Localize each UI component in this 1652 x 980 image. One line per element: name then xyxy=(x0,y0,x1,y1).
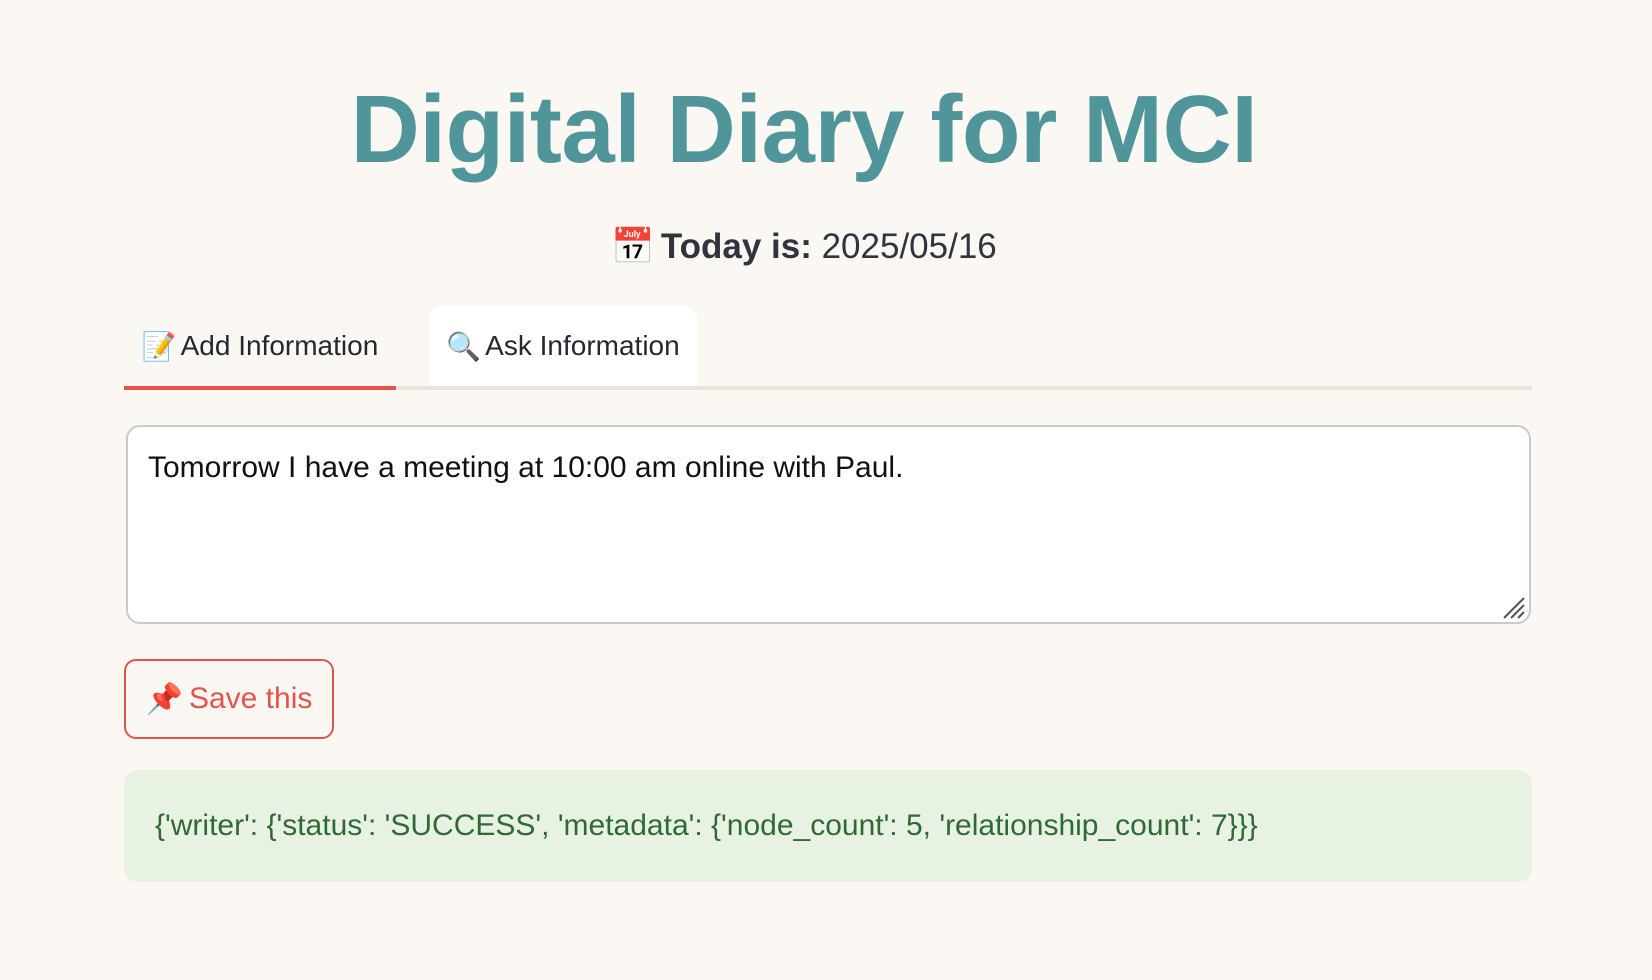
calendar-icon: 📅 xyxy=(611,227,655,266)
tab-label: Add Information xyxy=(180,330,379,361)
active-tab-indicator xyxy=(124,386,396,390)
success-message-text: {'writer': {'status': 'SUCCESS', 'metada… xyxy=(155,809,1258,842)
save-button-label: Save this xyxy=(188,682,313,715)
tab-bar: 📝 Add Information 🔍 Ask Information xyxy=(124,306,1532,392)
save-button[interactable]: 📌 Save this xyxy=(124,659,334,739)
date-value: 2025/05/16 xyxy=(821,227,997,266)
today-date-row: 📅 Today is: 2025/05/16 xyxy=(0,222,1608,272)
tab-add-information[interactable]: 📝 Add Information xyxy=(124,306,396,386)
magnifier-icon: 🔍 xyxy=(446,330,482,362)
tab-label: Ask Information xyxy=(485,330,680,361)
success-message: {'writer': {'status': 'SUCCESS', 'metada… xyxy=(124,770,1532,882)
app-root: Digital Diary for MCI 📅 Today is: 2025/05… xyxy=(0,0,1652,980)
memo-icon: 📝 xyxy=(141,330,177,362)
pushpin-icon: 📌 xyxy=(145,682,183,716)
note-input[interactable]: Tomorrow I have a meeting at 10:00 am on… xyxy=(126,425,1531,624)
page-title: Digital Diary for MCI xyxy=(350,76,1258,183)
tab-ask-information[interactable]: 🔍 Ask Information xyxy=(429,306,697,386)
date-label: Today is: xyxy=(660,227,812,266)
